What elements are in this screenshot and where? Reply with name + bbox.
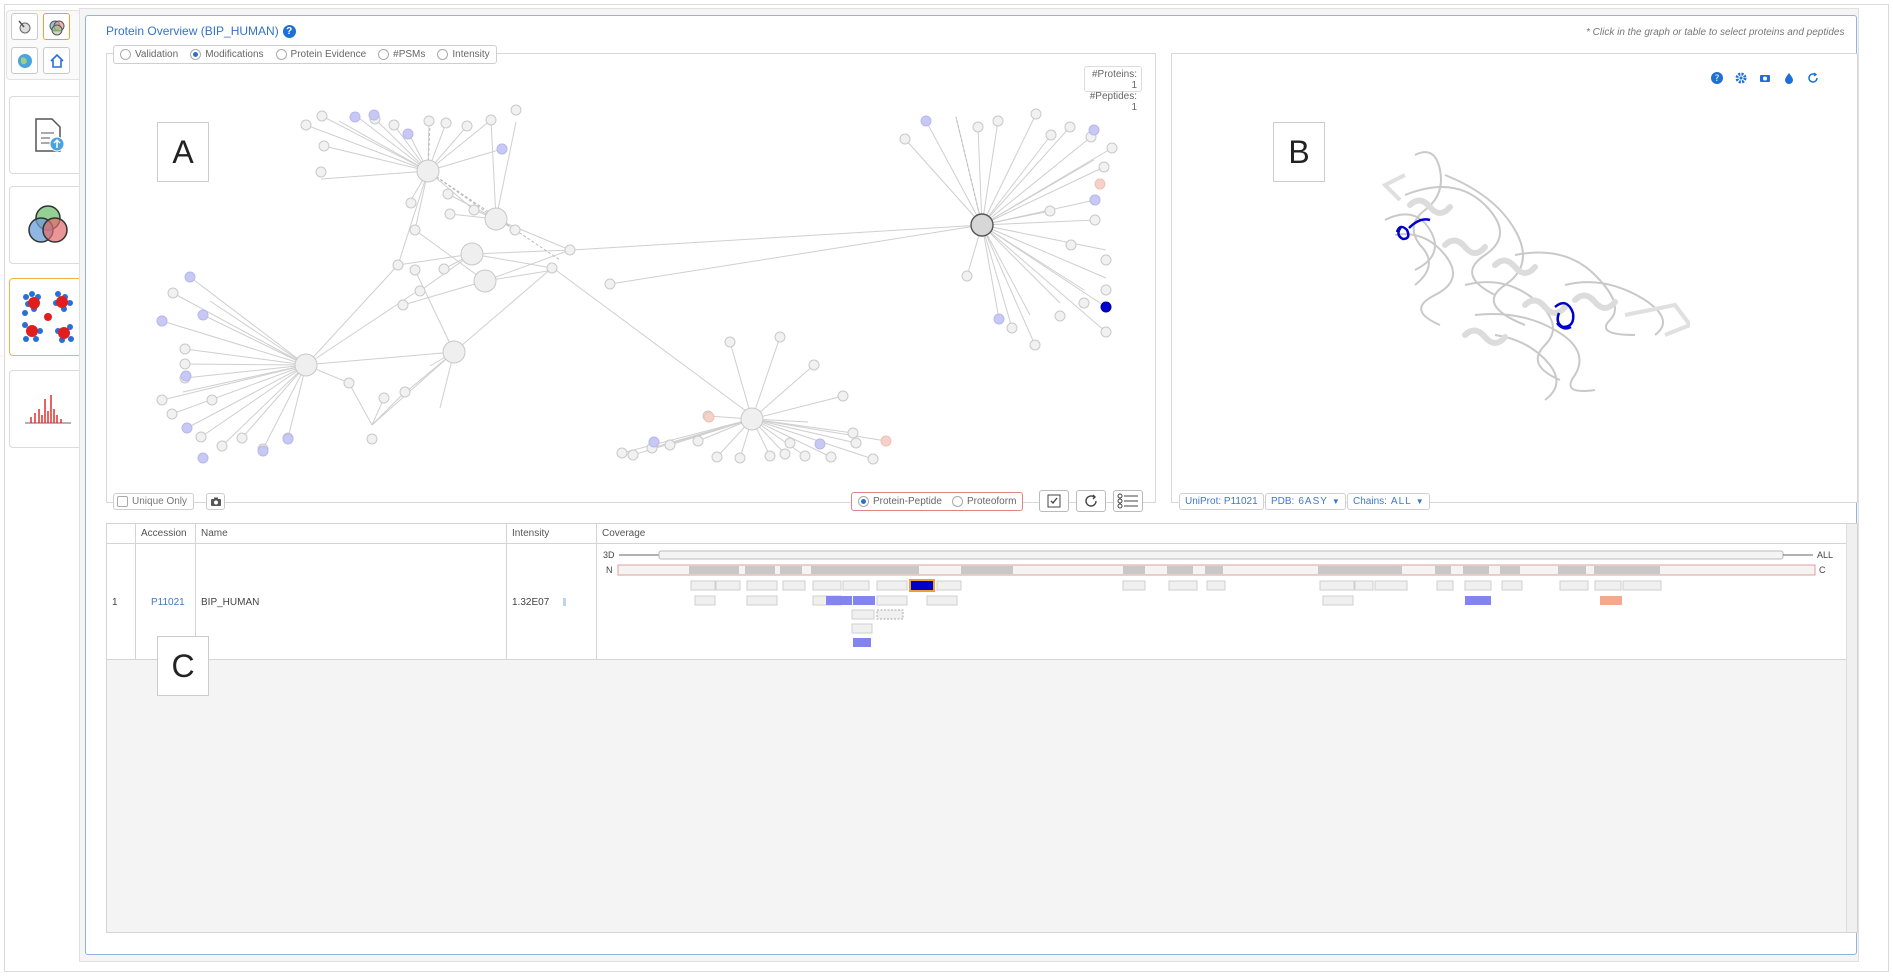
accession-link[interactable]: P11021	[151, 597, 185, 608]
nav-tile-spectrum[interactable]	[9, 370, 86, 448]
protein-peptide-graph[interactable]	[106, 64, 1154, 484]
settings-gear-icon[interactable]	[1733, 70, 1748, 85]
page-title: Protein Overview (BIP_HUMAN)?	[106, 24, 296, 38]
uniprot-link[interactable]: UniProt: P11021	[1179, 493, 1264, 510]
track-all-label: ALL	[1817, 550, 1833, 560]
structure-camera-icon[interactable]	[1757, 70, 1772, 85]
panel-label-b: B	[1273, 122, 1325, 182]
color-option-psms[interactable]: #PSMs	[378, 49, 425, 60]
structure-reset-icon[interactable]	[1805, 70, 1820, 85]
svg-text:?: ?	[1714, 74, 1719, 84]
view-mode-proteoform[interactable]: Proteoform	[951, 496, 1016, 507]
spectrum-icon	[24, 395, 71, 424]
view-mode-protein-peptide[interactable]: Protein-Peptide	[858, 496, 942, 507]
intensity-cell: 1.32E07	[507, 544, 597, 660]
coverage-cell: 3D ALL N C	[597, 544, 1847, 660]
refresh-icon	[1085, 494, 1097, 507]
column-header-name[interactable]: Name	[196, 524, 507, 544]
intensity-bar	[563, 598, 567, 606]
graph-view-mode: Protein-Peptide Proteoform	[851, 492, 1024, 511]
list-icon	[1117, 493, 1138, 509]
table-scrollbar[interactable]	[1846, 524, 1857, 932]
structure-toolbar: ?	[1709, 70, 1820, 85]
n-terminus-label: N	[606, 565, 613, 575]
pdb-select[interactable]: PDB: 6ASY ▼	[1265, 493, 1346, 510]
color-drop-icon[interactable]	[1781, 70, 1796, 85]
protein-table: Accession Name Intensity Coverage 1 P110…	[106, 523, 1858, 933]
chains-select[interactable]: Chains: ALL ▼	[1347, 493, 1430, 510]
column-header-accession[interactable]: Accession	[136, 524, 196, 544]
column-header-intensity[interactable]: Intensity	[507, 524, 597, 544]
venn-circles-icon[interactable]	[43, 13, 70, 40]
checklist-icon	[1047, 494, 1061, 508]
network-icon	[21, 291, 74, 343]
selection-hint: * Click in the graph or table to select …	[1586, 27, 1845, 38]
unique-only-toggle[interactable]: Unique Only	[113, 493, 195, 510]
color-option-intensity[interactable]: Intensity	[437, 49, 490, 60]
color-option-validation[interactable]: Validation	[120, 49, 178, 60]
document-upload-icon	[34, 118, 64, 152]
intensity-value: 1.32E07	[512, 596, 550, 608]
search-tool-icon[interactable]	[11, 13, 38, 40]
home-icon[interactable]	[43, 47, 70, 74]
pdb-chevron-down-icon: ▼	[1331, 497, 1340, 506]
column-header-index[interactable]	[107, 524, 136, 544]
column-header-coverage[interactable]: Coverage	[597, 524, 1847, 544]
track-3d-label: 3D	[603, 550, 615, 560]
panel-label-c: C	[157, 636, 209, 696]
globe-icon[interactable]	[11, 47, 38, 74]
nav-tile-network[interactable]	[9, 278, 86, 356]
help-icon[interactable]: ?	[282, 25, 296, 38]
table-header: Accession Name Intensity Coverage	[107, 524, 1847, 544]
unique-only-checkbox[interactable]	[117, 496, 128, 507]
protein-structure-view[interactable]	[1345, 135, 1690, 415]
camera-icon	[210, 497, 221, 506]
color-option-protein-evidence[interactable]: Protein Evidence	[275, 49, 366, 60]
table-row[interactable]: 1 P11021 BIP_HUMAN 1.32E07 3D ALL N C	[107, 544, 1847, 660]
color-option-modifications[interactable]: Modifications	[190, 49, 264, 60]
reset-graph-button[interactable]	[1076, 490, 1106, 512]
graph-snapshot-button[interactable]	[206, 493, 225, 510]
panel-label-a: A	[157, 122, 209, 182]
protein-name: BIP_HUMAN	[196, 544, 507, 660]
chains-chevron-down-icon: ▼	[1415, 497, 1424, 506]
row-index: 1	[107, 544, 136, 660]
nav-tile-venn[interactable]	[9, 186, 86, 264]
selected-peptide[interactable]	[909, 579, 935, 592]
nav-tile-upload[interactable]	[9, 96, 86, 174]
coverage-map[interactable]: 3D ALL N C	[597, 544, 1837, 660]
structure-help-icon[interactable]: ?	[1709, 70, 1724, 85]
venn-diagram-icon	[27, 205, 68, 243]
graph-color-options: Validation Modifications Protein Evidenc…	[113, 45, 497, 64]
legend-button[interactable]	[1113, 490, 1143, 512]
c-terminus-label: C	[1819, 565, 1826, 575]
select-all-button[interactable]	[1039, 490, 1069, 512]
